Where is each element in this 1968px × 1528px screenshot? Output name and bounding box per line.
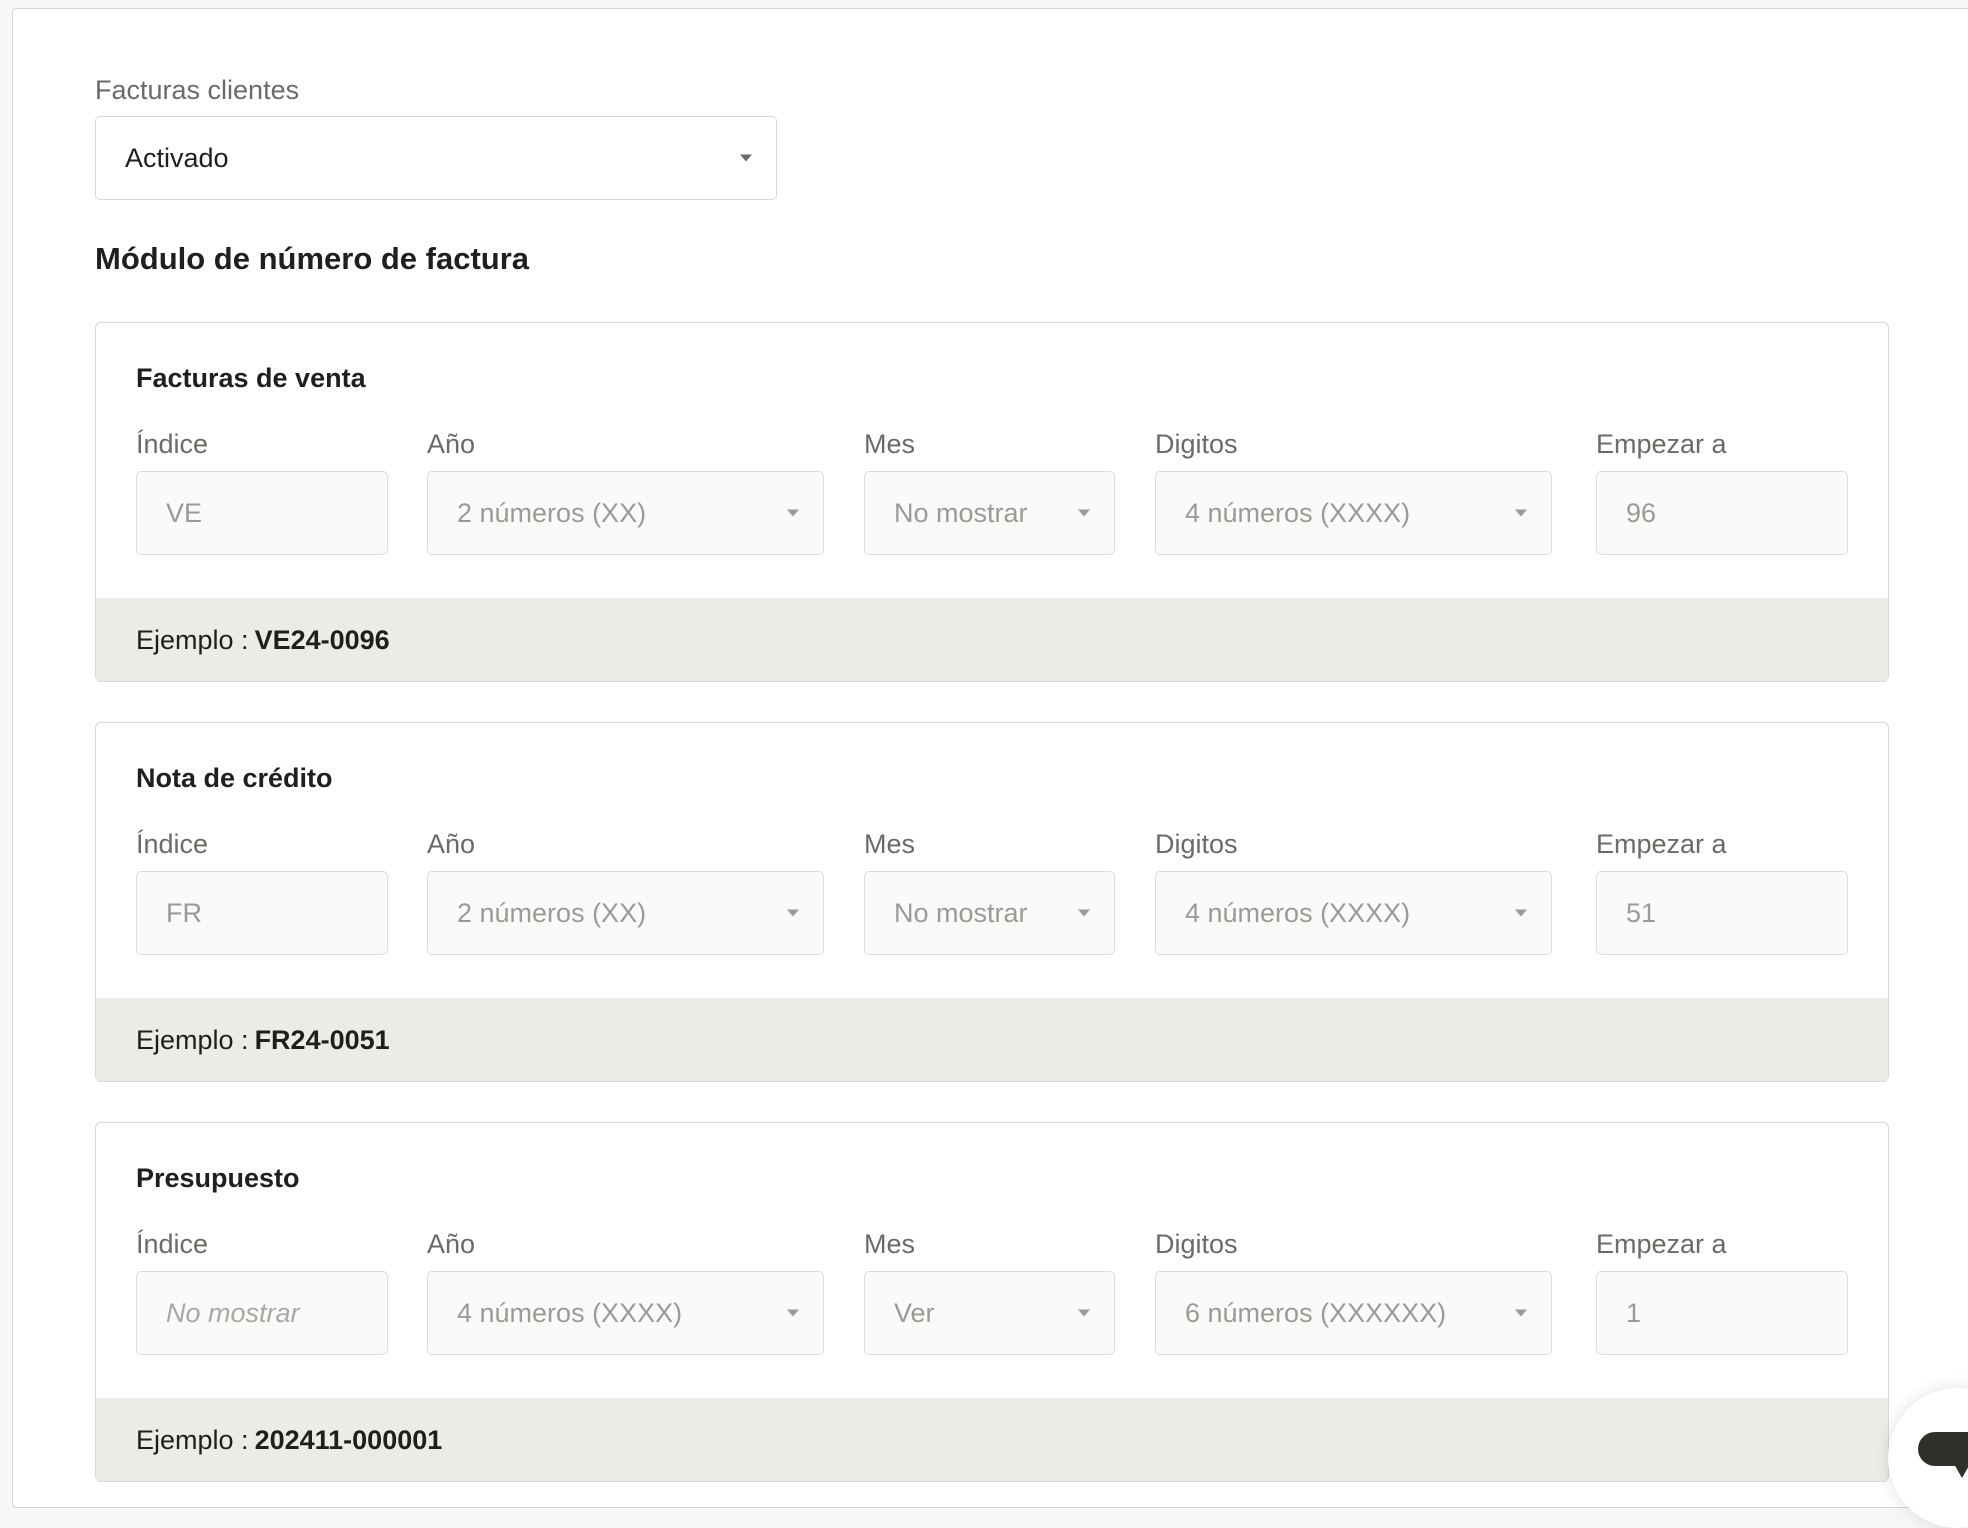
example-value: VE24-0096 bbox=[254, 625, 390, 655]
chevron-down-icon bbox=[787, 1309, 799, 1317]
start-label: Empezar a bbox=[1596, 829, 1727, 859]
example-bar: Ejemplo : 202411-000001 bbox=[96, 1398, 1888, 1481]
digits-select[interactable]: 4 números (XXXX) bbox=[1155, 471, 1552, 555]
chevron-down-icon bbox=[1515, 1309, 1527, 1317]
chevron-down-icon bbox=[1078, 1309, 1090, 1317]
start-label: Empezar a bbox=[1596, 429, 1727, 459]
chevron-down-icon bbox=[787, 909, 799, 917]
client-invoices-value: Activado bbox=[125, 142, 229, 173]
start-value: 1 bbox=[1626, 1297, 1642, 1328]
year-value: 2 números (XX) bbox=[457, 497, 647, 528]
card-title: Presupuesto bbox=[136, 1163, 300, 1193]
year-select[interactable]: 2 números (XX) bbox=[427, 871, 824, 955]
year-value: 2 números (XX) bbox=[457, 897, 647, 928]
digits-value: 6 números (XXXXXX) bbox=[1185, 1297, 1447, 1328]
month-select[interactable]: No mostrar bbox=[864, 471, 1115, 555]
index-input[interactable]: No mostrar bbox=[136, 1271, 388, 1355]
chat-icon bbox=[1918, 1432, 1968, 1466]
digits-label: Digitos bbox=[1155, 1229, 1238, 1259]
month-label: Mes bbox=[864, 429, 916, 459]
year-label: Año bbox=[427, 829, 476, 859]
example-value: FR24-0051 bbox=[254, 1025, 390, 1055]
settings-panel: Facturas clientes Activado Módulo de núm… bbox=[12, 8, 1968, 1508]
chat-icon-tail bbox=[1954, 1464, 1968, 1478]
start-value: 51 bbox=[1626, 897, 1657, 928]
example-bar: Ejemplo : VE24-0096 bbox=[96, 598, 1888, 681]
year-value: 4 números (XXXX) bbox=[457, 1297, 683, 1328]
client-invoices-label: Facturas clientes bbox=[95, 75, 300, 105]
chevron-down-icon bbox=[1515, 509, 1527, 517]
year-select[interactable]: 2 números (XX) bbox=[427, 471, 824, 555]
chevron-down-icon bbox=[1078, 509, 1090, 517]
digits-label: Digitos bbox=[1155, 829, 1238, 859]
card-title: Nota de crédito bbox=[136, 763, 333, 793]
year-label: Año bbox=[427, 1229, 476, 1259]
month-label: Mes bbox=[864, 829, 916, 859]
digits-select[interactable]: 4 números (XXXX) bbox=[1155, 871, 1552, 955]
client-invoices-select[interactable]: Activado bbox=[95, 116, 777, 200]
month-select[interactable]: No mostrar bbox=[864, 871, 1115, 955]
index-label: Índice bbox=[136, 429, 209, 459]
section-title: Módulo de número de factura bbox=[95, 241, 530, 276]
card-title: Facturas de venta bbox=[136, 363, 366, 393]
index-label: Índice bbox=[136, 829, 209, 859]
index-input[interactable]: FR bbox=[136, 871, 388, 955]
start-label: Empezar a bbox=[1596, 1229, 1727, 1259]
index-label: Índice bbox=[136, 1229, 209, 1259]
month-value: No mostrar bbox=[894, 897, 1028, 928]
quote-card: Presupuesto Índice No mostrar Año 4 núme… bbox=[95, 1122, 1889, 1482]
month-value: No mostrar bbox=[894, 497, 1028, 528]
chevron-down-icon bbox=[787, 509, 799, 517]
year-select[interactable]: 4 números (XXXX) bbox=[427, 1271, 824, 1355]
sales-invoices-card: Facturas de venta Índice VE Año 2 número… bbox=[95, 322, 1889, 682]
start-input[interactable]: 96 bbox=[1596, 471, 1848, 555]
start-value: 96 bbox=[1626, 497, 1657, 528]
month-label: Mes bbox=[864, 1229, 916, 1259]
digits-label: Digitos bbox=[1155, 429, 1238, 459]
digits-select[interactable]: 6 números (XXXXXX) bbox=[1155, 1271, 1552, 1355]
index-value: VE bbox=[166, 497, 203, 528]
digits-value: 4 números (XXXX) bbox=[1185, 897, 1411, 928]
example-label: Ejemplo : bbox=[136, 1425, 249, 1455]
index-value: FR bbox=[166, 897, 202, 928]
digits-value: 4 números (XXXX) bbox=[1185, 497, 1411, 528]
start-input[interactable]: 51 bbox=[1596, 871, 1848, 955]
example-label: Ejemplo : bbox=[136, 1025, 249, 1055]
credit-note-card: Nota de crédito Índice FR Año 2 números … bbox=[95, 722, 1889, 1082]
start-input[interactable]: 1 bbox=[1596, 1271, 1848, 1355]
chevron-down-icon bbox=[1515, 909, 1527, 917]
index-input[interactable]: VE bbox=[136, 471, 388, 555]
month-select[interactable]: Ver bbox=[864, 1271, 1115, 1355]
example-value: 202411-000001 bbox=[254, 1425, 443, 1455]
year-label: Año bbox=[427, 429, 476, 459]
example-bar: Ejemplo : FR24-0051 bbox=[96, 998, 1888, 1081]
chevron-down-icon bbox=[1078, 909, 1090, 917]
example-label: Ejemplo : bbox=[136, 625, 249, 655]
index-placeholder: No mostrar bbox=[166, 1297, 300, 1328]
chevron-down-icon bbox=[740, 154, 752, 162]
month-value: Ver bbox=[894, 1297, 935, 1328]
